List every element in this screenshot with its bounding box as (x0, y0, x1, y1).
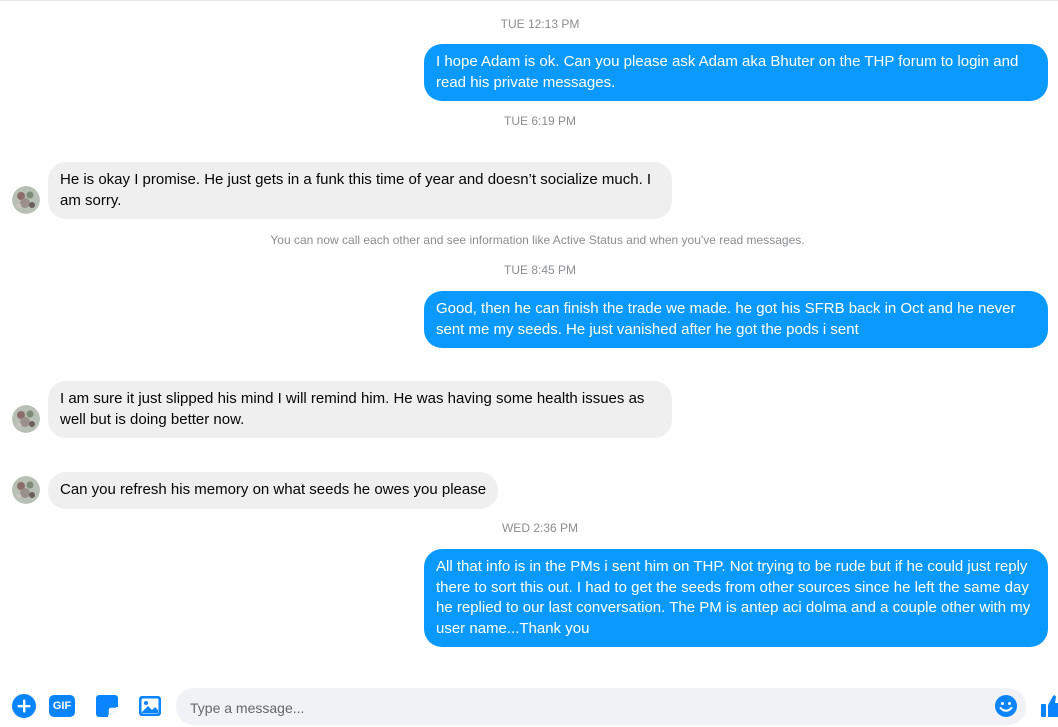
timestamp: TUE 8:45 PM (503, 263, 577, 277)
gif-button[interactable]: GIF (49, 693, 75, 719)
message-composer: GIF (0, 685, 1058, 727)
add-icon (12, 694, 36, 718)
incoming-message[interactable]: Can you refresh his memory on what seeds… (48, 472, 499, 509)
sticker-button[interactable] (94, 693, 120, 719)
chat-thread: TUE 12:13 PM I hope Adam is ok. Can you … (0, 0, 1058, 727)
gif-label: GIF (52, 700, 72, 712)
add-button[interactable] (11, 693, 37, 719)
outgoing-message[interactable]: All that info is in the PMs i sent him o… (424, 549, 1048, 647)
avatar-image (12, 405, 40, 433)
sticker-icon (96, 695, 118, 717)
outgoing-message[interactable]: I hope Adam is ok. Can you please ask Ad… (424, 44, 1048, 101)
thumbs-up-icon (1041, 695, 1058, 717)
timestamp: TUE 6:19 PM (503, 114, 577, 128)
emoji-button[interactable] (994, 694, 1018, 718)
message-input[interactable] (188, 688, 982, 727)
incoming-message[interactable]: I am sure it just slipped his mind I wil… (48, 381, 672, 438)
avatar[interactable] (12, 476, 40, 504)
contact-notice: You can now call each other and see info… (270, 233, 805, 247)
timestamp: TUE 12:13 PM (500, 17, 580, 31)
avatar[interactable] (12, 405, 40, 433)
incoming-message[interactable]: He is okay I promise. He just gets in a … (48, 162, 672, 219)
like-button[interactable] (1040, 693, 1058, 719)
avatar[interactable] (12, 186, 40, 214)
smiley-icon (995, 695, 1017, 717)
outgoing-message[interactable]: Good, then he can finish the trade we ma… (424, 291, 1048, 348)
message-input-box[interactable] (176, 688, 1026, 727)
avatar-image (12, 476, 40, 504)
photo-button[interactable] (137, 693, 163, 719)
timestamp: WED 2:36 PM (501, 521, 579, 535)
avatar-image (12, 186, 40, 214)
photo-icon (139, 696, 161, 716)
